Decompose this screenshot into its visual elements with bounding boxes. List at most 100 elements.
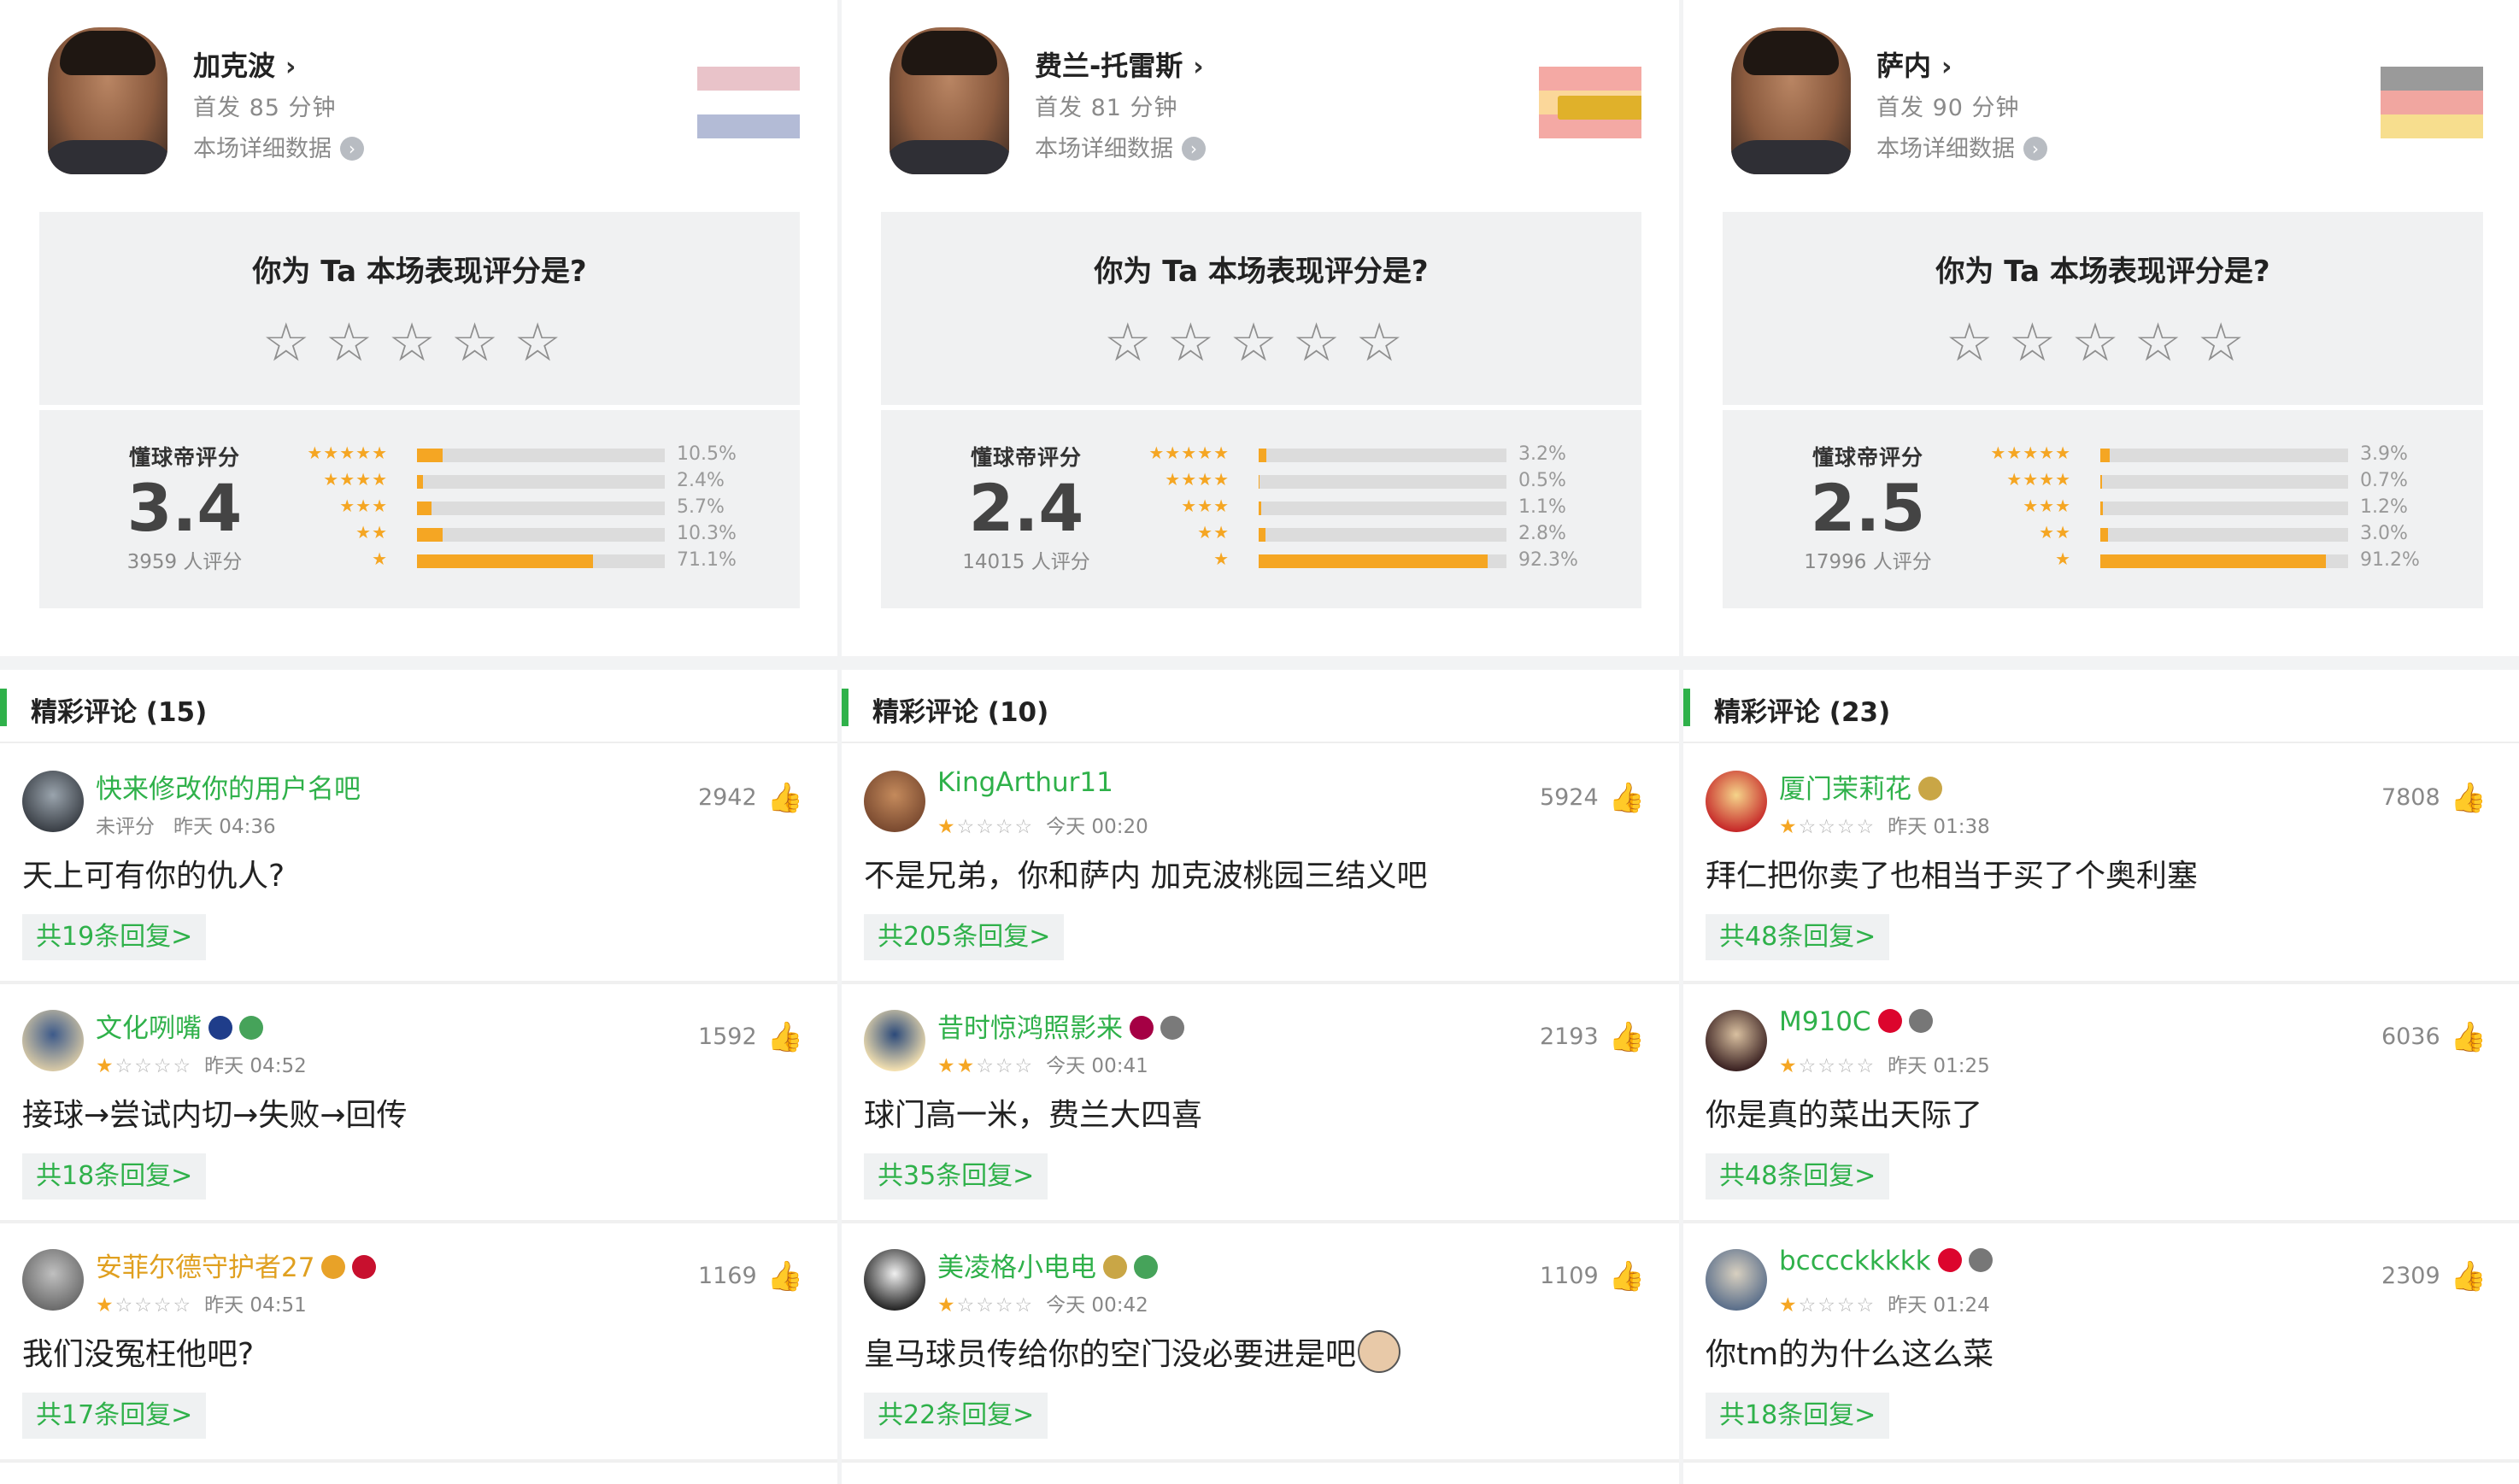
player-name-link[interactable]: 加克波 › <box>193 44 296 84</box>
commenter-name-row[interactable]: 文化咧嘴 <box>96 1006 263 1045</box>
commenter-name-row[interactable]: 厦门茉莉花 <box>1779 767 1942 806</box>
emoji-face-icon <box>1358 1330 1401 1373</box>
comment-like-count: 1109 <box>1539 1263 1599 1289</box>
commenter-name-row[interactable]: KingArthur11 <box>937 767 1113 798</box>
star-icon[interactable]: ☆ <box>1104 311 1167 373</box>
star-icon[interactable]: ☆ <box>1355 311 1418 373</box>
commenter-avatar[interactable] <box>22 1249 84 1311</box>
distribution-bar-fill <box>1259 502 1262 515</box>
comment-like-button[interactable]: 7808 👍 <box>2381 781 2487 815</box>
star-icon[interactable]: ☆ <box>2071 311 2134 373</box>
star-filled-icon: ★ <box>956 1055 977 1077</box>
comment-replies-button[interactable]: 共35条回复> <box>864 1153 1048 1200</box>
section-gap <box>0 656 837 670</box>
comment-like-button[interactable]: 2309 👍 <box>2381 1259 2487 1293</box>
comment-text-content: 拜仁把你卖了也相当于买了个奥利塞 <box>1706 859 2199 894</box>
star-icon[interactable]: ☆ <box>1167 311 1230 373</box>
star-empty-icon: ☆ <box>956 1294 977 1317</box>
star-icon[interactable]: ☆ <box>1946 311 2009 373</box>
distribution-bar-fill <box>417 502 432 515</box>
match-detail-link[interactable]: 本场详细数据 › <box>1035 130 1206 163</box>
star-icon[interactable]: ☆ <box>2009 311 2072 373</box>
star-empty-icon: ☆ <box>1856 1055 1876 1077</box>
commenter-avatar[interactable] <box>1706 1010 1767 1071</box>
player-avatar[interactable] <box>48 27 167 174</box>
comment-time: 今天 00:41 <box>1046 1055 1148 1077</box>
comment-like-button[interactable]: 5924 👍 <box>1540 781 1645 815</box>
thumbs-up-icon: 👍 <box>1608 781 1645 815</box>
commenter-name: KingArthur11 <box>937 767 1113 798</box>
star-icon[interactable]: ☆ <box>2197 311 2260 373</box>
commenter-name-row[interactable]: 美凌格小电电 <box>937 1246 1158 1284</box>
star-icon[interactable]: ☆ <box>451 311 514 373</box>
star-empty-icon: ☆ <box>995 1055 1015 1077</box>
commenter-badges <box>314 1252 377 1283</box>
comment-replies-button[interactable]: 共18条回复> <box>22 1153 207 1200</box>
comment-replies-button[interactable]: 共18条回复> <box>1706 1393 1890 1439</box>
comment-like-button[interactable]: 1592 👍 <box>698 1020 803 1054</box>
player-name-link[interactable]: 萨内 › <box>1876 44 1952 84</box>
comment-like-button[interactable]: 2193 👍 <box>1540 1020 1645 1054</box>
commenter-name-row[interactable]: 昔时惊鸿照影来 <box>937 1006 1184 1045</box>
comment-meta: 未评分 昨天 04:36 <box>96 810 276 839</box>
distribution-percent: 0.7% <box>2360 470 2408 491</box>
comment-replies-button[interactable]: 共48条回复> <box>1706 914 1890 960</box>
avatar-hair-shape <box>1743 31 1839 75</box>
comment-like-button[interactable]: 6036 👍 <box>2381 1020 2487 1054</box>
commenter-name-row[interactable]: bcccckkkkk <box>1779 1246 1993 1276</box>
commenter-name-row[interactable]: 安菲尔德守护者27 <box>96 1246 377 1284</box>
commenter-avatar[interactable] <box>864 1249 925 1311</box>
star-icon[interactable]: ☆ <box>388 311 451 373</box>
distribution-bar-fill <box>417 528 443 542</box>
distribution-percent: 92.3% <box>1518 549 1578 571</box>
flag-stripe <box>697 91 800 114</box>
player-name-link[interactable]: 费兰-托雷斯 › <box>1035 44 1204 84</box>
commenter-avatar[interactable] <box>22 771 84 832</box>
commenter-avatar[interactable] <box>22 1010 84 1071</box>
distribution-bar <box>2100 554 2348 568</box>
star-icon[interactable]: ☆ <box>2134 311 2198 373</box>
star-icon[interactable]: ☆ <box>1293 311 1356 373</box>
comment-replies-button[interactable]: 共48条回复> <box>1706 1153 1890 1200</box>
score-summary: 懂球帝评分 2.5 17996 人评分 <box>1791 441 1945 574</box>
star-icon[interactable]: ☆ <box>262 311 326 373</box>
star-filled-icon: ★ <box>937 1055 957 1077</box>
screenshot-root: 加克波 › 首发 85 分钟 本场详细数据 › 你为 Ta 本场表现评分是? ☆☆☆… <box>0 0 2519 1484</box>
score-value: 3.4 <box>126 470 243 546</box>
distribution-bar-fill <box>1259 475 1260 489</box>
match-detail-link[interactable]: 本场详细数据 › <box>193 130 364 163</box>
star-icon[interactable]: ☆ <box>1230 311 1293 373</box>
commenter-name-row[interactable]: M910C <box>1779 1006 1933 1037</box>
commenter-avatar[interactable] <box>864 771 925 832</box>
match-detail-link[interactable]: 本场详细数据 › <box>1876 130 2047 163</box>
comment-like-button[interactable]: 1169 👍 <box>698 1259 803 1293</box>
player-name: 费兰-托雷斯 <box>1035 50 1183 82</box>
comment-item: KingArthur11 ★☆☆☆☆ 今天 00:20 5924 👍 不是兄弟，你和… <box>842 745 1679 984</box>
comment-text: 球门高一米，费兰大四喜 <box>864 1090 1202 1135</box>
score-value: 2.5 <box>1810 470 1926 546</box>
comment-like-button[interactable]: 2942 👍 <box>698 781 803 815</box>
comment-rating-stars: ★☆☆☆☆ <box>1779 816 1876 838</box>
comment-text-content: 不是兄弟，你和萨内 加克波桃园三结义吧 <box>864 859 1428 894</box>
commenter-name-row[interactable]: 快来修改你的用户名吧 <box>96 767 361 806</box>
comment-replies-button[interactable]: 共22条回复> <box>864 1393 1048 1439</box>
comment-replies-button[interactable]: 共205条回复> <box>864 914 1065 960</box>
country-flag <box>1539 67 1641 138</box>
comment-like-button[interactable]: 1109 👍 <box>1540 1259 1645 1293</box>
comment-replies-button[interactable]: 共17条回复> <box>22 1393 207 1439</box>
distribution-bar-fill <box>1259 449 1267 462</box>
comment-replies-button[interactable]: 共19条回复> <box>22 914 207 960</box>
distribution-bar <box>1259 502 1506 515</box>
comment-time: 昨天 01:25 <box>1888 1055 1990 1077</box>
distribution-row: ★★★ 1.2% <box>1953 494 2466 520</box>
commenter-avatar[interactable] <box>1706 771 1767 832</box>
player-avatar[interactable] <box>1731 27 1851 174</box>
player-avatar[interactable] <box>890 27 1009 174</box>
comment-rating-stars: ★☆☆☆☆ <box>937 1294 1034 1317</box>
commenter-avatar[interactable] <box>1706 1249 1767 1311</box>
commenter-badges <box>1871 1006 1933 1037</box>
liverbird-badge-icon <box>352 1255 377 1279</box>
star-icon[interactable]: ☆ <box>514 311 577 373</box>
commenter-avatar[interactable] <box>864 1010 925 1071</box>
star-icon[interactable]: ☆ <box>326 311 389 373</box>
